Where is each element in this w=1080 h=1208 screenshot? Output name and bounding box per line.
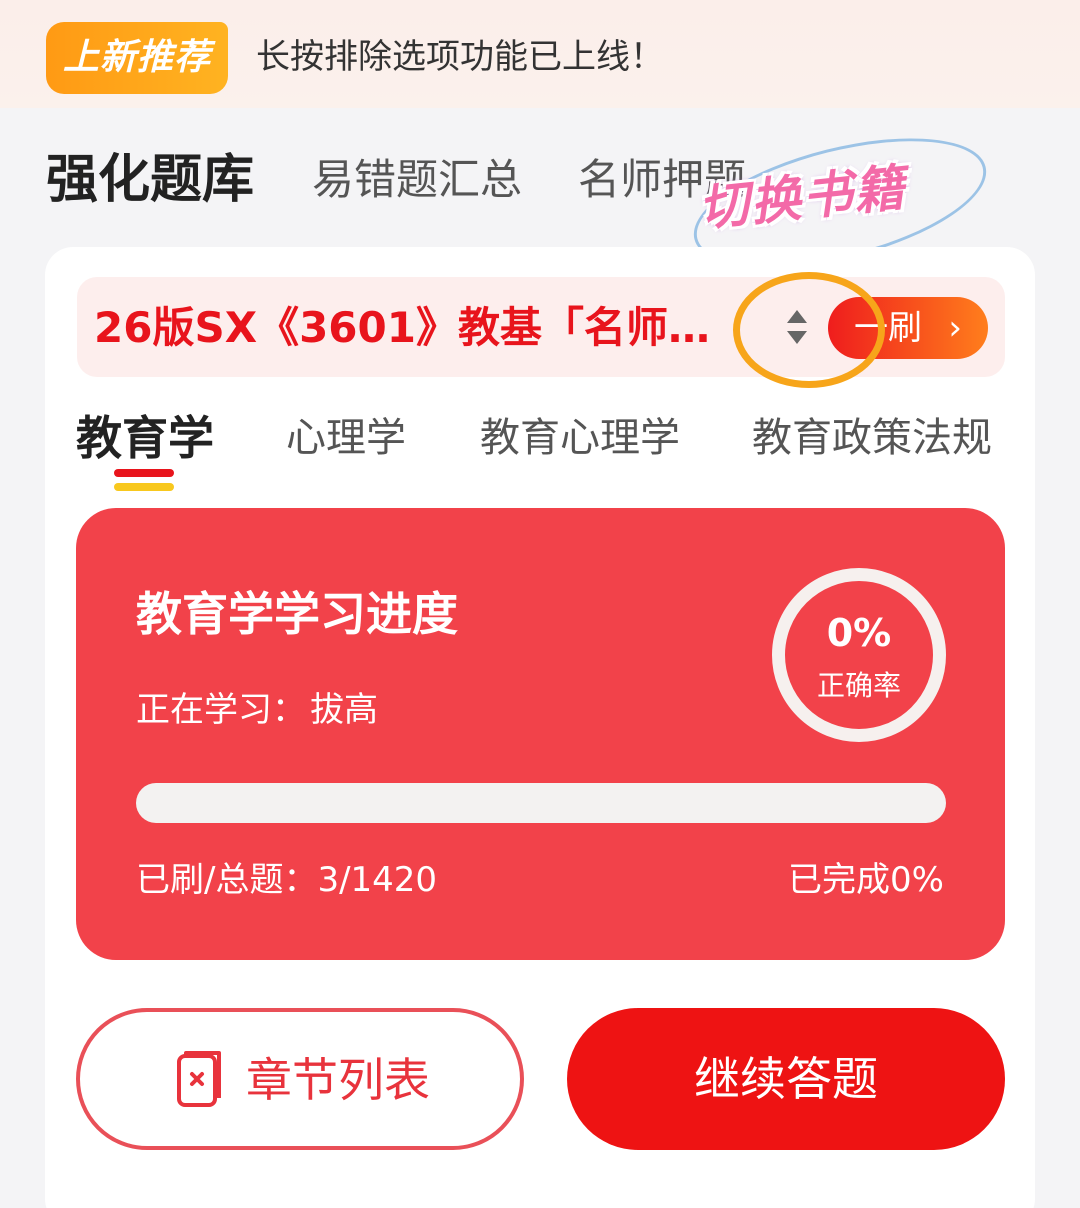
active-tab-indicator <box>114 469 174 491</box>
accuracy-label: 正确率 <box>816 669 901 702</box>
tab-psychology[interactable]: 心理学 <box>286 408 406 468</box>
tab-enhanced-question-bank[interactable]: 强化题库 <box>46 148 254 212</box>
new-feature-badge: 上新推荐 <box>46 22 228 94</box>
switch-book-sticker: 切换书籍 <box>681 113 999 293</box>
current-study-text: 正在学习： 拔高 <box>136 686 378 734</box>
continue-answering-button[interactable]: 继续答题 <box>567 1008 1005 1150</box>
accuracy-value: 0% <box>826 611 892 655</box>
progress-bar <box>136 783 946 823</box>
chevron-right-icon: › <box>948 308 962 348</box>
current-study-value: 拔高 <box>310 690 378 730</box>
announcement-text: 长按排除选项功能已上线！ <box>256 37 664 77</box>
tab-education-policy-law[interactable]: 教育政策法规 <box>752 408 992 468</box>
progress-title: 教育学学习进度 <box>136 587 458 641</box>
document-list-icon <box>177 1051 221 1107</box>
current-study-label: 正在学习： <box>136 690 306 730</box>
highlight-circle-annotation <box>733 272 885 388</box>
announcement-banner[interactable]: 上新推荐 长按排除选项功能已上线！ <box>0 0 1080 108</box>
completion-percent: 已完成0% <box>788 860 944 900</box>
tab-education[interactable]: 教育学 <box>76 408 214 468</box>
book-title[interactable]: 26版SX《3601》教基「名师… <box>94 300 710 356</box>
questions-count: 已刷/总题：3/1420 <box>136 860 438 900</box>
tab-educational-psychology[interactable]: 教育心理学 <box>480 408 680 468</box>
tab-error-prone-summary[interactable]: 易错题汇总 <box>312 148 522 212</box>
chapter-list-label[interactable]: 章节列表 <box>246 1050 430 1110</box>
